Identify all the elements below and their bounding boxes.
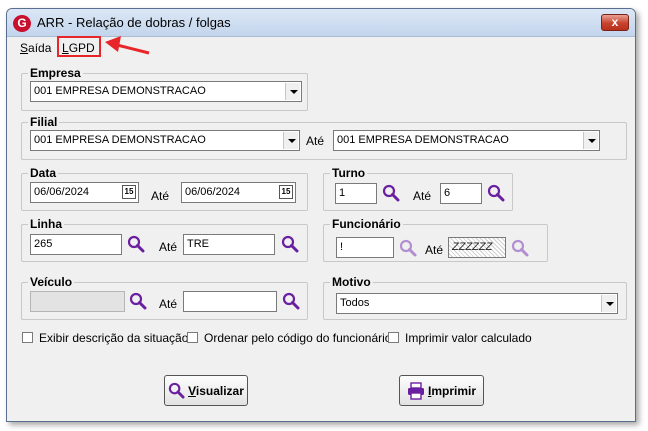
turno-to-value: 6: [444, 187, 451, 199]
chevron-down-icon[interactable]: [283, 132, 298, 149]
search-icon[interactable]: [129, 292, 147, 310]
annotation-arrow-icon: [105, 36, 150, 55]
close-button[interactable]: x: [601, 14, 629, 31]
app-logo-icon: G: [13, 15, 31, 32]
visualizar-label: Visualizar: [188, 383, 244, 398]
search-icon[interactable]: [487, 184, 505, 202]
filial-from-value: 001 EMPRESA DEMONSTRACAO: [34, 134, 206, 146]
chevron-down-icon[interactable]: [583, 132, 598, 149]
data-ate-label: Até: [151, 189, 170, 203]
funcionario-to-value: ZZZZZZ: [452, 241, 493, 253]
filial-from-select[interactable]: 001 EMPRESA DEMONSTRACAO: [30, 130, 300, 151]
imprimir-button[interactable]: Imprimir: [399, 375, 484, 406]
veiculo-legend: Veículo: [30, 275, 73, 289]
search-icon[interactable]: [127, 235, 145, 253]
menu-saida-label: aída: [28, 41, 52, 55]
empresa-legend: Empresa: [30, 66, 81, 80]
filial-legend: Filial: [30, 115, 58, 129]
veiculo-to-field[interactable]: [183, 291, 277, 312]
filial-to-value: 001 EMPRESA DEMONSTRACAO: [337, 134, 509, 146]
window-title: ARR - Relação de dobras / folgas: [37, 15, 231, 30]
ordenar-codigo-label: Ordenar pelo código do funcionário: [204, 331, 392, 345]
funcionario-legend: Funcionário: [332, 217, 401, 231]
search-icon[interactable]: [511, 239, 529, 257]
veiculo-ate-label: Até: [159, 297, 178, 311]
linha-to-field[interactable]: TRE: [183, 234, 275, 255]
linha-from-value: 265: [34, 238, 53, 250]
menu-saida-mnemonic: S: [20, 41, 29, 55]
imprimir-valor-label: Imprimir valor calculado: [405, 331, 532, 345]
menu-saida[interactable]: Saída: [20, 41, 51, 55]
turno-from-field[interactable]: 1: [335, 183, 377, 204]
funcionario-to-field[interactable]: ZZZZZZ: [448, 237, 506, 258]
checkbox-box[interactable]: [22, 332, 33, 343]
data-from-field[interactable]: 06/06/2024 15: [30, 182, 139, 203]
chevron-down-icon[interactable]: [601, 295, 616, 312]
linha-to-value: TRE: [187, 238, 209, 250]
calendar-icon[interactable]: 15: [279, 185, 293, 199]
chevron-down-icon[interactable]: [285, 83, 300, 100]
title-bar: G ARR - Relação de dobras / folgas x: [7, 9, 635, 37]
empresa-select[interactable]: 001 EMPRESA DEMONSTRACAO: [30, 81, 302, 102]
filial-ate-label: Até: [306, 134, 325, 148]
search-icon[interactable]: [282, 292, 300, 310]
funcionario-from-field[interactable]: !: [336, 237, 394, 258]
checkbox-box[interactable]: [388, 332, 399, 343]
ordenar-codigo-checkbox[interactable]: Ordenar pelo código do funcionário: [187, 331, 391, 345]
turno-ate-label: Até: [413, 189, 432, 203]
turno-to-field[interactable]: 6: [440, 183, 482, 204]
empresa-select-value: 001 EMPRESA DEMONSTRACAO: [34, 85, 206, 97]
motivo-select[interactable]: Todos: [336, 293, 618, 314]
linha-legend: Linha: [30, 217, 62, 231]
visualizar-button[interactable]: Visualizar: [164, 375, 248, 406]
imprimir-label: Imprimir: [427, 383, 477, 398]
exibir-descricao-checkbox[interactable]: Exibir descrição da situação: [22, 331, 188, 345]
data-to-field[interactable]: 06/06/2024 15: [181, 182, 296, 203]
filial-to-select[interactable]: 001 EMPRESA DEMONSTRACAO: [333, 130, 600, 151]
exibir-descricao-label: Exibir descrição da situação: [39, 331, 189, 345]
linha-ate-label: Até: [159, 240, 178, 254]
turno-legend: Turno: [332, 166, 366, 180]
data-from-value: 06/06/2024: [34, 186, 90, 198]
funcionario-from-value: !: [340, 241, 344, 253]
funcionario-ate-label: Até: [425, 243, 444, 257]
report-window: G ARR - Relação de dobras / folgas x Saí…: [6, 8, 636, 422]
data-to-value: 06/06/2024: [185, 186, 241, 198]
search-icon[interactable]: [382, 184, 400, 202]
printer-icon: [407, 381, 424, 400]
linha-from-field[interactable]: 265: [30, 234, 122, 255]
veiculo-from-field: [30, 291, 125, 312]
motivo-select-value: Todos: [340, 297, 370, 309]
checkbox-box[interactable]: [187, 332, 198, 343]
imprimir-valor-checkbox[interactable]: Imprimir valor calculado: [388, 331, 532, 345]
lgpd-highlight-box: [57, 36, 101, 57]
search-icon[interactable]: [399, 239, 417, 257]
data-legend: Data: [30, 166, 57, 180]
search-icon[interactable]: [281, 235, 299, 253]
menu-bar: Saída LGPD: [7, 38, 635, 58]
search-icon: [168, 382, 185, 399]
motivo-legend: Motivo: [332, 275, 371, 289]
turno-from-value: 1: [339, 187, 346, 199]
calendar-icon[interactable]: 15: [122, 185, 136, 199]
